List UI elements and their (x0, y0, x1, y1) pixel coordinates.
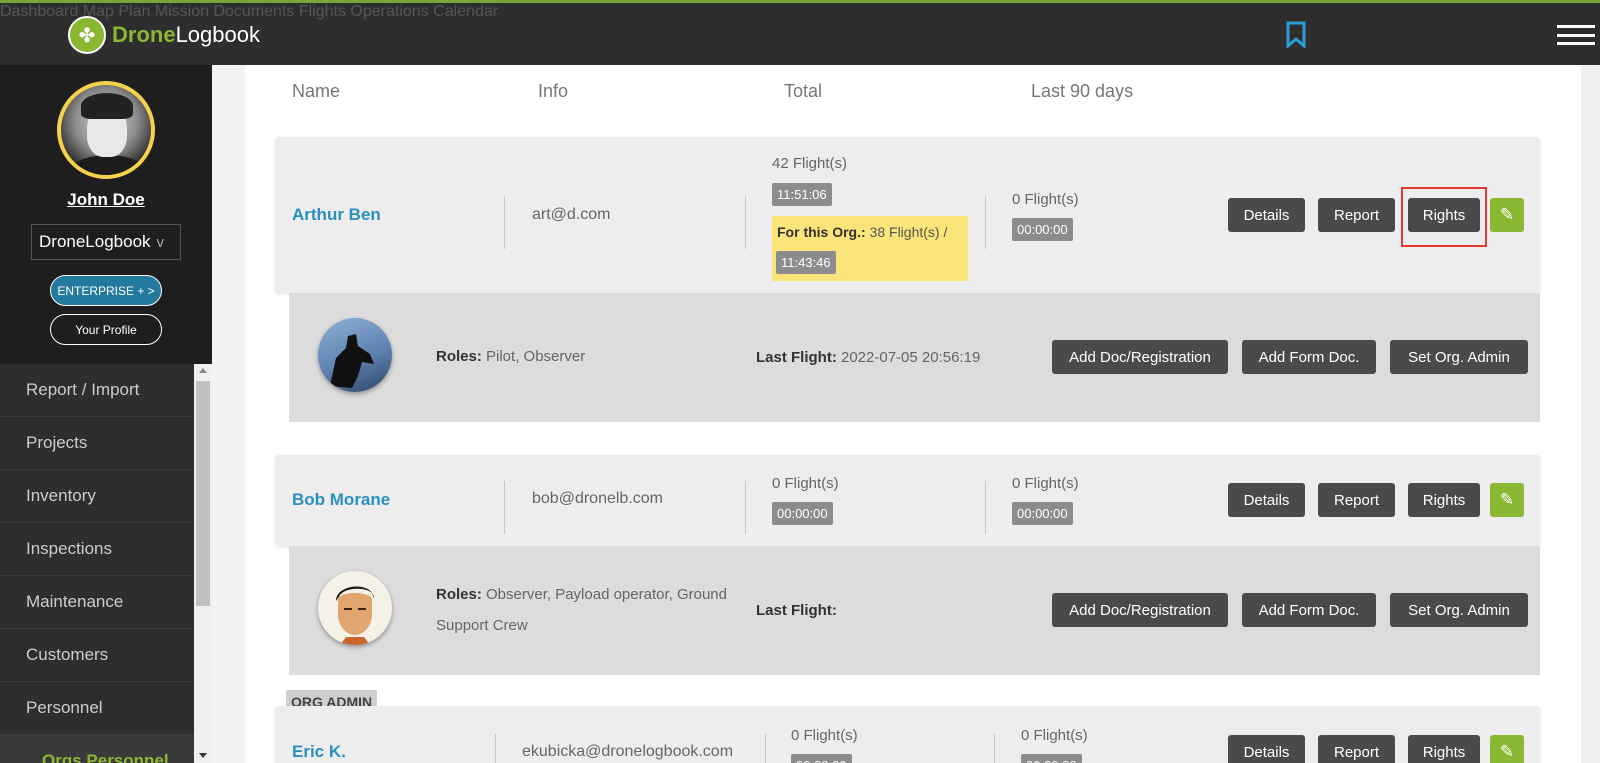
pilot-name-link[interactable]: Arthur Ben (292, 205, 381, 225)
sidebar-item-maintenance[interactable]: Maintenance (0, 576, 194, 629)
header-info: Info (538, 81, 569, 101)
pilot-roles-line1: Observer, Payload operator, Ground (486, 586, 727, 603)
total-flights: 42 Flight(s) (772, 155, 848, 172)
set-org-admin-button[interactable]: Set Org. Admin (1390, 340, 1528, 374)
add-doc-registration-button[interactable]: Add Doc/Registration (1052, 593, 1228, 627)
edit-pencil-icon[interactable]: ✎ (1490, 735, 1524, 763)
top-navbar: ✤ DroneLogbook Dashboard Map Plan Missio… (0, 0, 1600, 65)
brand-part2: Logbook (175, 22, 260, 47)
org-select-value: DroneLogbook (39, 232, 151, 251)
recent-time-badge: 00:00:00 (1021, 754, 1082, 763)
main-scrollbar[interactable] (1581, 65, 1600, 763)
roles-label: Roles: (436, 586, 482, 603)
bookmark-icon[interactable] (1286, 21, 1306, 48)
rights-button[interactable]: Rights (1408, 735, 1480, 763)
recent-flights: 0 Flight(s) (1012, 191, 1079, 208)
header-name: Name (292, 81, 341, 101)
total-time-badge: 00:00:00 (772, 502, 833, 525)
sidebar-item-inventory[interactable]: Inventory (0, 470, 194, 523)
pilot-avatar (318, 318, 392, 392)
total-time-badge: 00:00:00 (791, 754, 852, 763)
sidebar-item-report-import[interactable]: Report / Import (0, 364, 194, 417)
last-flight-label: Last Flight: (756, 602, 837, 619)
header-total: Total (784, 81, 823, 101)
add-form-doc-button[interactable]: Add Form Doc. (1242, 340, 1376, 374)
profile-panel: John Doe DroneLogbook v ENTERPRISE + > Y… (0, 65, 212, 364)
sidebar-item-projects[interactable]: Projects (0, 417, 194, 470)
scroll-up-icon[interactable] (199, 368, 207, 373)
hamburger-menu-icon[interactable] (1557, 25, 1595, 45)
app-logo[interactable]: ✤ DroneLogbook (68, 16, 260, 54)
recent-time-badge: 00:00:00 (1012, 218, 1073, 241)
brand-part1: Drone (112, 22, 176, 47)
pilot-email: ekubicka@dronelogbook.com (522, 743, 734, 760)
drone-logo-icon: ✤ (68, 16, 106, 54)
add-form-doc-button[interactable]: Add Form Doc. (1242, 593, 1376, 627)
set-org-admin-button[interactable]: Set Org. Admin (1390, 593, 1528, 627)
for-org-label: For this Org.: (777, 224, 866, 240)
nav-dashboard[interactable]: Dashboard (0, 3, 78, 20)
sidebar-item-inspections[interactable]: Inspections (0, 523, 194, 576)
header-last-90-days: Last 90 days (1031, 81, 1134, 101)
org-flights-box: For this Org.: 38 Flight(s) / 11:43:46 (772, 216, 968, 281)
rights-button[interactable]: Rights (1408, 483, 1480, 517)
pilot-roles: Pilot, Observer (486, 348, 586, 365)
pilot-avatar (318, 571, 392, 645)
total-time-badge: 11:51:06 (772, 183, 832, 206)
sidebar-item-personnel[interactable]: Personnel (0, 682, 194, 735)
pilot-name-link[interactable]: Bob Morane (292, 490, 390, 510)
org-time-badge: 11:43:46 (776, 251, 836, 274)
recent-flights: 0 Flight(s) (1021, 727, 1088, 744)
pilot-email: bob@dronelb.com (532, 490, 663, 507)
sidebar: John Doe DroneLogbook v ENTERPRISE + > Y… (0, 65, 212, 763)
roles-label: Roles: (436, 348, 482, 365)
edit-pencil-icon[interactable]: ✎ (1490, 198, 1524, 232)
details-button[interactable]: Details (1228, 483, 1305, 517)
sidebar-item-orgs-personnel[interactable]: Orgs Personnel (0, 735, 194, 763)
last-flight-label: Last Flight: (756, 349, 837, 366)
org-flights: 38 Flight(s) / (869, 224, 948, 240)
org-select[interactable]: DroneLogbook v (31, 224, 181, 260)
report-button[interactable]: Report (1318, 483, 1395, 517)
pilot-roles-line2: Support Crew (436, 617, 528, 634)
report-button[interactable]: Report (1318, 198, 1395, 232)
pilot-name-link[interactable]: Eric K. (292, 742, 346, 762)
total-flights: 0 Flight(s) (772, 475, 839, 492)
report-button[interactable]: Report (1318, 735, 1395, 763)
details-button[interactable]: Details (1228, 735, 1305, 763)
nav-flights[interactable]: Flights (299, 3, 346, 20)
sidebar-menu: Report / Import Projects Inventory Inspe… (0, 364, 194, 763)
rights-highlight-box (1401, 187, 1487, 247)
details-button[interactable]: Details (1228, 198, 1305, 232)
nav-operations-calendar[interactable]: Operations Calendar (350, 3, 498, 20)
recent-time-badge: 00:00:00 (1012, 502, 1073, 525)
your-profile-button[interactable]: Your Profile (50, 314, 162, 345)
chevron-down-icon: v (156, 233, 165, 251)
sidebar-scrollbar[interactable] (194, 364, 212, 763)
total-flights: 0 Flight(s) (791, 727, 858, 744)
edit-pencil-icon[interactable]: ✎ (1490, 483, 1524, 517)
user-name-link[interactable]: John Doe (0, 190, 212, 210)
recent-flights: 0 Flight(s) (1012, 475, 1079, 492)
pilot-email: art@d.com (532, 206, 611, 223)
user-avatar[interactable] (57, 81, 155, 179)
sidebar-item-customers[interactable]: Customers (0, 629, 194, 682)
scroll-down-icon[interactable] (199, 753, 207, 758)
scrollbar-thumb[interactable] (196, 381, 210, 606)
add-doc-registration-button[interactable]: Add Doc/Registration (1052, 340, 1228, 374)
enterprise-button[interactable]: ENTERPRISE + > (50, 275, 162, 306)
last-flight-value: 2022-07-05 20:56:19 (841, 349, 981, 366)
